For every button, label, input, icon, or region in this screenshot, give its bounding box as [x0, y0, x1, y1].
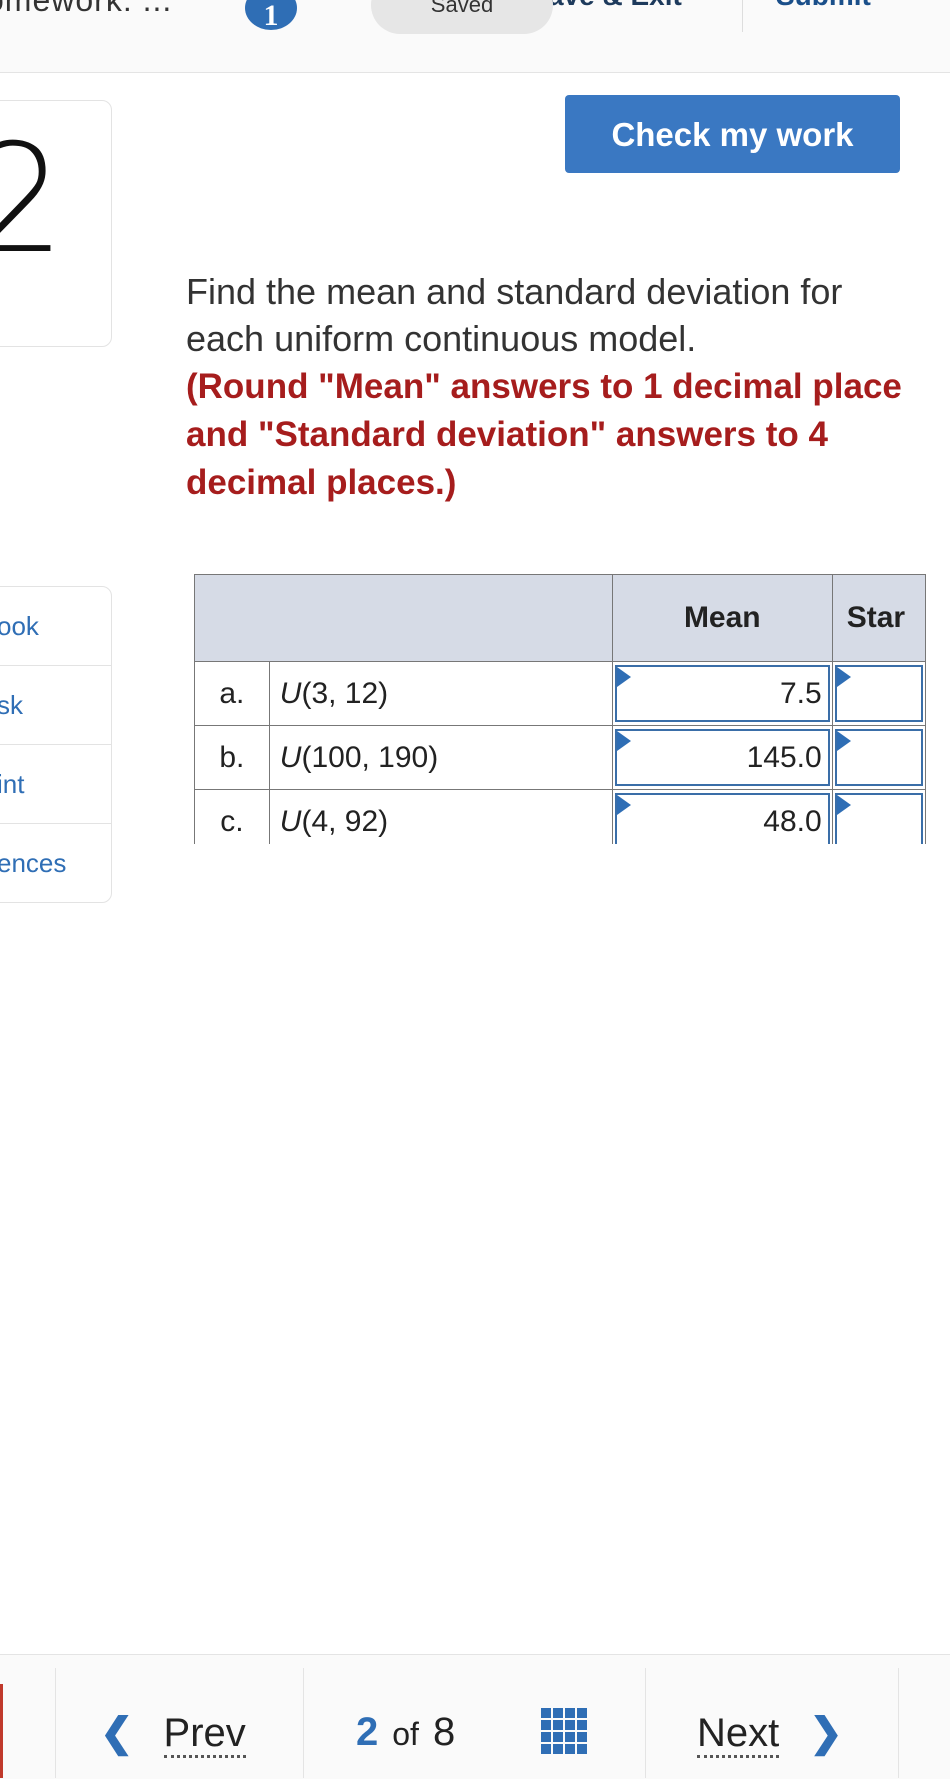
row-letter: a.	[194, 661, 270, 726]
mean-answer-input[interactable]: 48.0	[614, 793, 830, 844]
mean-cell: 48.0	[611, 789, 833, 844]
tool-label: ook	[0, 611, 39, 641]
row-letter: c.	[194, 789, 270, 844]
model-function: U	[279, 740, 302, 774]
answer-table: Mean Star a. U(3, 12) 7.5 b. U(100, 190)…	[194, 574, 926, 844]
mean-answer-value: 7.5	[779, 677, 822, 710]
rounding-instruction: (Round "Mean" answers to 1 decimal place…	[186, 367, 902, 502]
assignment-title[interactable]: omework: ...	[0, 0, 172, 19]
question-prompt: Find the mean and standard deviation for…	[186, 271, 843, 359]
tool-print[interactable]: int	[0, 745, 111, 824]
model-cell: U(4, 92)	[268, 789, 613, 844]
answer-flag-icon	[616, 667, 631, 687]
of-label: of	[392, 1716, 419, 1752]
sd-cell	[831, 725, 926, 790]
answer-flag-icon	[836, 667, 851, 687]
saved-status-badge: Saved	[371, 0, 553, 34]
divider	[55, 1668, 56, 1778]
model-cell: U(3, 12)	[268, 661, 613, 726]
tools-panel: ook sk int ences	[0, 586, 112, 903]
info-icon[interactable]: 1	[245, 0, 297, 32]
model-args: (3, 12)	[301, 676, 389, 710]
prev-button[interactable]: ❮ Prev	[100, 1710, 246, 1758]
tool-ask[interactable]: sk	[0, 666, 111, 745]
table-row: a. U(3, 12) 7.5	[194, 661, 926, 726]
divider	[742, 0, 743, 32]
mean-cell: 7.5	[611, 661, 833, 726]
chevron-right-icon: ❯	[809, 1711, 843, 1755]
mean-column-header: Mean	[611, 574, 833, 662]
divider	[645, 1668, 646, 1778]
next-label: Next	[697, 1711, 780, 1758]
mean-answer-value: 145.0	[746, 741, 822, 774]
tool-label: int	[0, 769, 25, 799]
row-letter: b.	[194, 725, 270, 790]
tool-label: sk	[0, 690, 23, 720]
mean-answer-value: 48.0	[763, 805, 822, 838]
page-indicator[interactable]: 2 of 8	[356, 1710, 455, 1755]
tool-ebook[interactable]: ook	[0, 587, 111, 666]
divider	[898, 1668, 899, 1778]
sd-answer-input[interactable]	[834, 665, 923, 722]
sd-cell	[831, 661, 926, 726]
table-row: b. U(100, 190) 145.0	[194, 725, 926, 790]
tool-label: ences	[0, 848, 67, 878]
question-number: 2	[0, 113, 66, 287]
answer-flag-icon	[616, 795, 631, 815]
mean-answer-input[interactable]: 145.0	[614, 729, 830, 786]
current-page: 2	[356, 1710, 379, 1754]
model-cell: U(100, 190)	[268, 725, 613, 790]
chevron-left-icon: ❮	[100, 1711, 134, 1755]
table-header-row: Mean Star	[194, 574, 926, 662]
model-function: U	[279, 804, 302, 838]
submit-button[interactable]: Submit	[776, 0, 871, 12]
table-row: c. U(4, 92) 48.0	[194, 789, 926, 844]
top-bar: omework: ... 1 Saved ave & Exit Submit	[0, 0, 950, 73]
next-button[interactable]: Next ❯	[697, 1710, 843, 1758]
sd-answer-input[interactable]	[834, 793, 923, 844]
sd-column-header: Star	[831, 574, 926, 662]
model-args: (4, 92)	[301, 804, 389, 838]
blank-header	[194, 574, 613, 662]
model-args: (100, 190)	[301, 740, 439, 774]
answer-flag-icon	[836, 795, 851, 815]
grid-icon[interactable]	[541, 1708, 587, 1754]
save-exit-button[interactable]: ave & Exit	[548, 0, 682, 12]
sd-cell	[831, 789, 926, 844]
mean-answer-input[interactable]: 7.5	[614, 665, 830, 722]
prev-label: Prev	[163, 1711, 246, 1758]
answer-table-wrapper[interactable]: Mean Star a. U(3, 12) 7.5 b. U(100, 190)…	[194, 574, 926, 844]
sd-answer-input[interactable]	[834, 729, 923, 786]
answer-flag-icon	[616, 731, 631, 751]
tool-references[interactable]: ences	[0, 824, 111, 902]
check-my-work-button[interactable]: Check my work	[565, 95, 900, 173]
model-function: U	[279, 676, 302, 710]
divider	[303, 1668, 304, 1778]
answer-flag-icon	[836, 731, 851, 751]
red-edge-marker	[0, 1684, 3, 1778]
total-pages: 8	[432, 1710, 456, 1754]
mean-cell: 145.0	[611, 725, 833, 790]
